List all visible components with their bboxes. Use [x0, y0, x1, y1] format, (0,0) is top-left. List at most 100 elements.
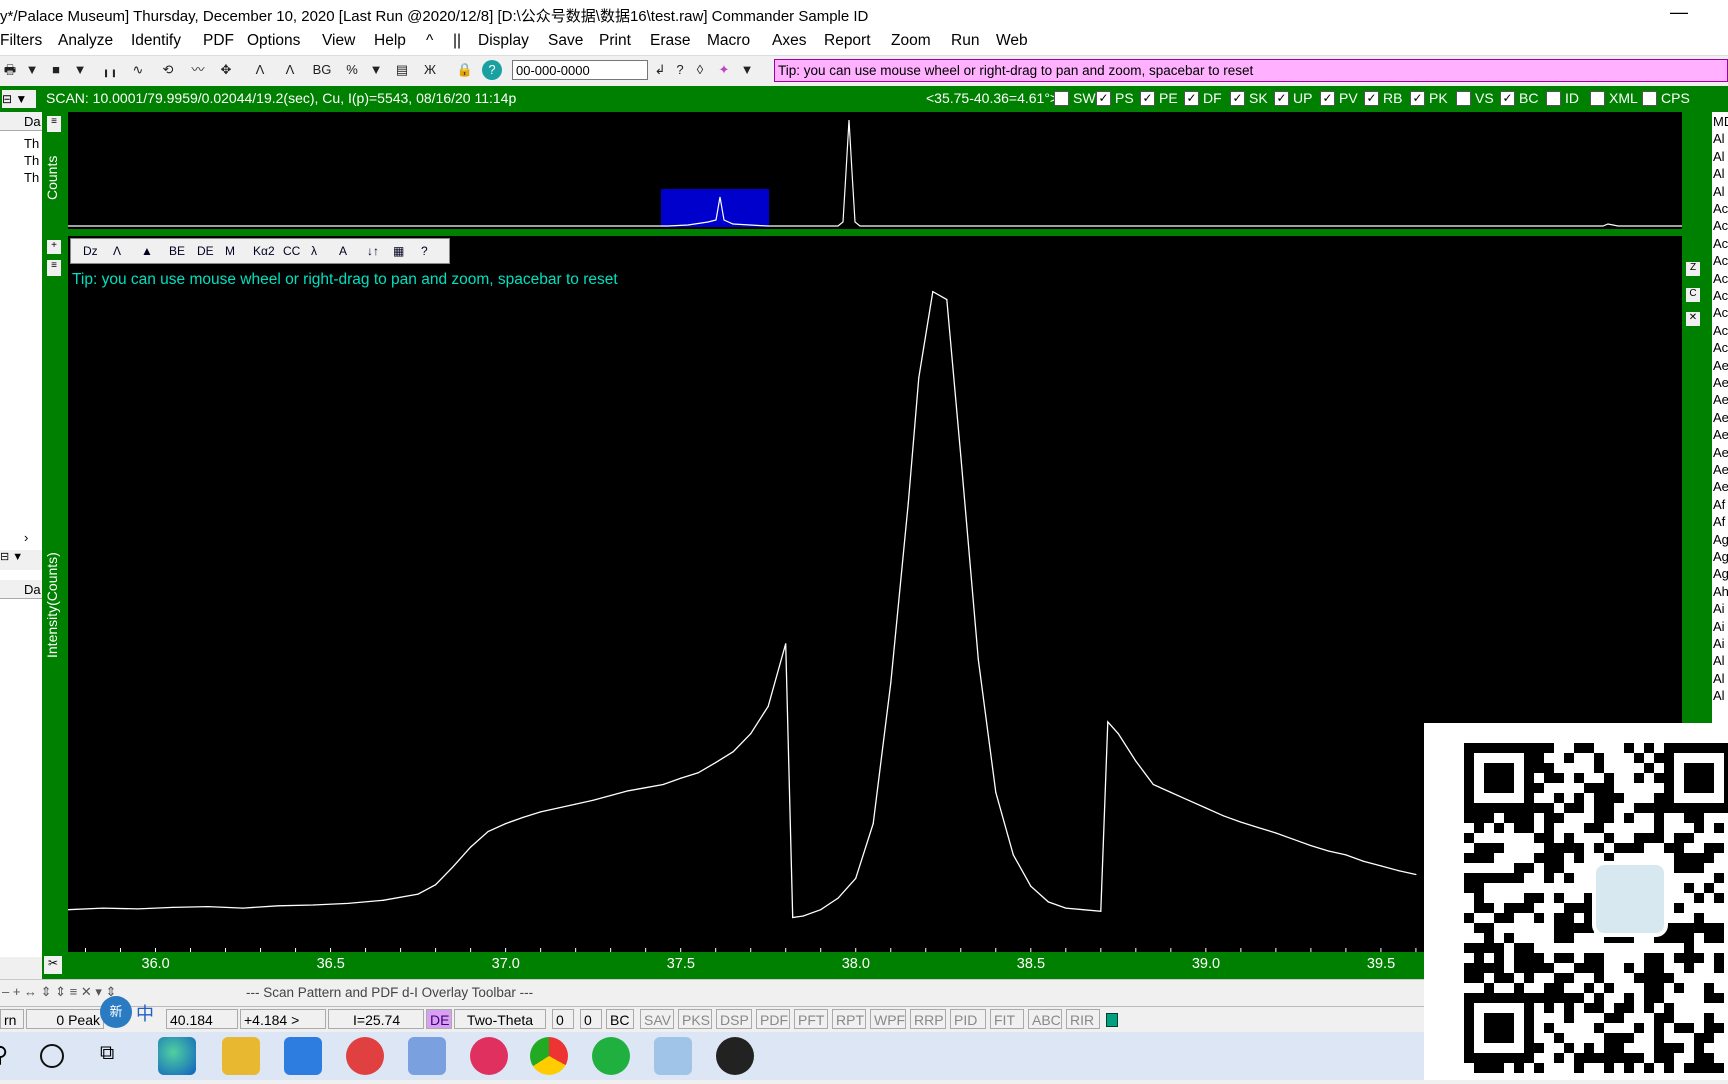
- list-item[interactable]: Ac: [1713, 201, 1728, 216]
- list-item[interactable]: Ae: [1713, 427, 1728, 442]
- checkbox[interactable]: ✓: [1230, 91, 1245, 106]
- status-sav-button[interactable]: SAV: [640, 1009, 674, 1029]
- search-icon[interactable]: ⚲: [0, 1042, 8, 1068]
- list-item[interactable]: Ag: [1713, 566, 1728, 581]
- list-item[interactable]: Ae: [1713, 375, 1728, 390]
- dropdown-arrow-icon[interactable]: ▼: [366, 60, 386, 80]
- list-item[interactable]: Al: [1713, 184, 1725, 199]
- collapse-icon[interactable]: ≡: [47, 260, 61, 276]
- checkbox[interactable]: ✓: [1184, 91, 1199, 106]
- collapse-icon[interactable]: ≡: [47, 116, 61, 132]
- peaks-fit-icon[interactable]: Λ: [280, 60, 300, 80]
- list-item[interactable]: Ai: [1713, 619, 1725, 634]
- lock-icon[interactable]: 🔒: [455, 60, 475, 80]
- menu-web[interactable]: Web: [996, 32, 1028, 50]
- help-icon[interactable]: ?: [482, 60, 502, 80]
- list-item[interactable]: Ai: [1713, 636, 1725, 651]
- list-item[interactable]: Ac: [1713, 305, 1728, 320]
- list-item[interactable]: Af: [1713, 514, 1725, 529]
- checkbox[interactable]: ✓: [1140, 91, 1155, 106]
- panel-toggle-button[interactable]: ⊟ ▼: [2, 90, 36, 108]
- checkbox[interactable]: ✓: [1320, 91, 1335, 106]
- wechat-icon[interactable]: [592, 1037, 630, 1075]
- go-icon[interactable]: ↲: [650, 60, 670, 80]
- list-item[interactable]: Al: [1713, 671, 1725, 686]
- status-abc-button[interactable]: ABC: [1028, 1009, 1062, 1029]
- checkbox[interactable]: [1456, 91, 1471, 106]
- list-item[interactable]: Ac: [1713, 271, 1728, 286]
- plot-tool-2[interactable]: ▲: [141, 242, 153, 260]
- status-pft-button[interactable]: PFT: [794, 1009, 828, 1029]
- scissors-icon[interactable]: ✂: [44, 956, 62, 974]
- checkbox[interactable]: [1546, 91, 1561, 106]
- save-disk-icon[interactable]: ■: [46, 60, 66, 80]
- list-item[interactable]: Ac: [1713, 288, 1728, 303]
- plot-tool-0[interactable]: Dz: [83, 242, 98, 260]
- checkbox[interactable]: [1054, 91, 1069, 106]
- de-button[interactable]: DE: [426, 1009, 452, 1029]
- dropdown-arrow-icon[interactable]: ▼: [70, 60, 90, 80]
- menu-analyze[interactable]: Analyze: [58, 32, 113, 50]
- obs-icon[interactable]: [716, 1037, 754, 1075]
- column-header[interactable]: Da: [24, 582, 41, 597]
- task-view-icon[interactable]: ⧉: [100, 1042, 114, 1065]
- list-item[interactable]: MD: [1713, 114, 1728, 129]
- menu-filters[interactable]: Filters: [0, 32, 42, 50]
- peak-list-icon[interactable]: Ж: [420, 60, 440, 80]
- chrome-icon[interactable]: [530, 1037, 568, 1075]
- menu-help[interactable]: Help: [374, 32, 406, 50]
- dropdown-arrow-icon[interactable]: ▼: [22, 60, 42, 80]
- plot-tool-11[interactable]: ▦: [393, 242, 404, 260]
- list-item[interactable]: Af: [1713, 497, 1725, 512]
- menu-run[interactable]: Run: [951, 32, 979, 50]
- plot-tool-6[interactable]: Kα2: [253, 242, 275, 260]
- list-item[interactable]: Ae: [1713, 358, 1728, 373]
- overview-plot[interactable]: [68, 112, 1682, 229]
- status-pdf-button[interactable]: PDF: [756, 1009, 790, 1029]
- plot-tool-8[interactable]: λ: [311, 242, 317, 260]
- list-item[interactable]: Ac: [1713, 236, 1728, 251]
- checkbox[interactable]: ✓: [1274, 91, 1289, 106]
- menu-axes[interactable]: Axes: [772, 32, 806, 50]
- pdf-id-input[interactable]: [512, 60, 648, 80]
- status-pks-button[interactable]: PKS: [678, 1009, 712, 1029]
- cycle-icon[interactable]: ⟲: [158, 60, 178, 80]
- list-item[interactable]: Ae: [1713, 392, 1728, 407]
- list-item[interactable]: Al: [1713, 149, 1725, 164]
- list-item[interactable]: Al: [1713, 653, 1725, 668]
- plot-tool-3[interactable]: BE: [169, 242, 185, 260]
- background-icon[interactable]: BG: [312, 60, 332, 80]
- list-item[interactable]: Ae: [1713, 410, 1728, 425]
- flat-wave-icon[interactable]: 〰: [188, 60, 208, 80]
- ime-mode[interactable]: 中: [136, 1000, 154, 1026]
- list-item[interactable]: Ae: [1713, 445, 1728, 460]
- snip-icon[interactable]: [470, 1037, 508, 1075]
- bc-button[interactable]: BC: [606, 1009, 634, 1029]
- menu-print[interactable]: Print: [599, 32, 631, 50]
- cortana-icon[interactable]: [40, 1044, 64, 1068]
- paint-icon[interactable]: [408, 1037, 446, 1075]
- file-explorer-icon[interactable]: [222, 1037, 260, 1075]
- list-item[interactable]: Ag: [1713, 549, 1728, 564]
- wave-pattern-icon[interactable]: ∿: [128, 60, 148, 80]
- checkbox[interactable]: ✓: [1364, 91, 1379, 106]
- query-icon[interactable]: ?: [670, 60, 690, 80]
- menu-view[interactable]: View: [322, 32, 355, 50]
- column-header[interactable]: Da: [24, 114, 41, 129]
- plot-tool-10[interactable]: ↓↑: [367, 242, 379, 260]
- menu-options[interactable]: Options: [247, 32, 300, 50]
- edge-icon[interactable]: [158, 1037, 196, 1075]
- status-rpt-button[interactable]: RPT: [832, 1009, 866, 1029]
- z-button[interactable]: Z: [1686, 262, 1700, 276]
- panel-toggle-button[interactable]: ⊟ ▼: [0, 550, 42, 570]
- checkbox[interactable]: [1590, 91, 1605, 106]
- ime-indicator[interactable]: 新 中: [100, 996, 164, 1028]
- app-icon[interactable]: [346, 1037, 384, 1075]
- plot-tool-5[interactable]: M: [225, 242, 235, 260]
- list-item[interactable]: Ae: [1713, 462, 1728, 477]
- smooth-icon[interactable]: %: [342, 60, 362, 80]
- list-item[interactable]: Al: [1713, 131, 1725, 146]
- status-wpf-button[interactable]: WPF: [870, 1009, 906, 1029]
- menu-display[interactable]: Display: [478, 32, 529, 50]
- list-item[interactable]: Th: [24, 153, 39, 168]
